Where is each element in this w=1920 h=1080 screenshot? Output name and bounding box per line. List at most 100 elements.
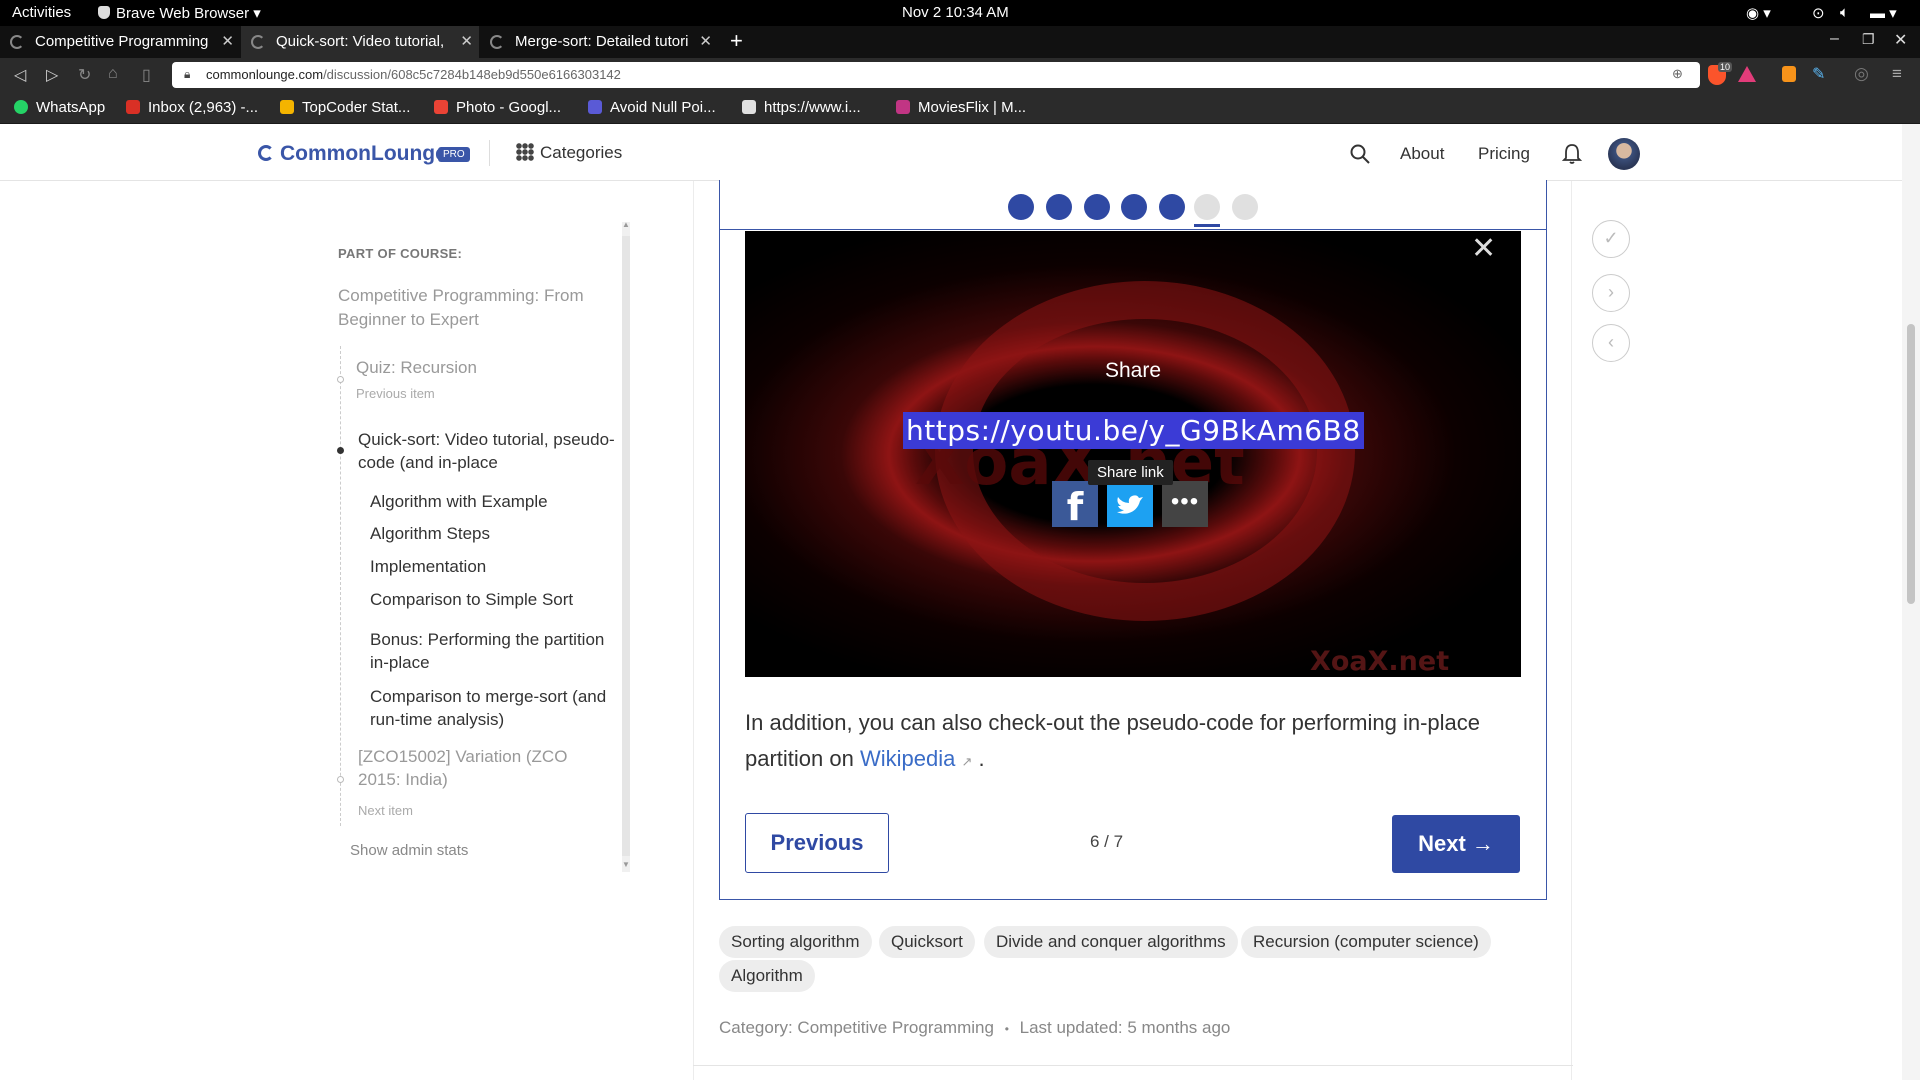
previous-item-title: Quiz: Recursion xyxy=(356,358,477,377)
accessibility-icon[interactable]: ◉ ▾ xyxy=(1746,4,1771,22)
section-link[interactable]: Algorithm Steps xyxy=(370,522,620,545)
clock[interactable]: Nov 2 10:34 AM xyxy=(902,4,1009,21)
part-of-course-label: PART OF COURSE: xyxy=(338,246,463,261)
progress-dot-6[interactable] xyxy=(1194,194,1220,220)
address-bar[interactable]: 🔒︎ commonlounge.com/discussion/608c5c728… xyxy=(172,62,1700,88)
site-logo[interactable]: CommonLounge xyxy=(258,142,447,166)
brave-shields-icon[interactable]: 10 xyxy=(1708,62,1733,85)
next-button[interactable]: Next → xyxy=(1392,815,1520,873)
volume-icon[interactable]: 🔈︎ xyxy=(1840,4,1849,21)
app-menu[interactable]: Brave Web Browser ▾ xyxy=(98,4,261,22)
new-tab-button[interactable]: + xyxy=(730,28,743,54)
chevron-left-circle-icon[interactable]: ‹ xyxy=(1592,324,1630,362)
bookmark-avoid-null[interactable]: Avoid Null Poi... xyxy=(588,99,716,116)
menu-icon[interactable]: ≡ xyxy=(1892,64,1902,84)
facebook-share-button[interactable]: f xyxy=(1052,481,1098,529)
bookmark-topcoder[interactable]: TopCoder Stat... xyxy=(280,99,410,116)
search-icon[interactable] xyxy=(1350,144,1370,164)
facebook-icon: f xyxy=(1066,485,1084,529)
wikipedia-link[interactable]: Wikipedia xyxy=(860,746,955,771)
bookmark-whatsapp[interactable]: WhatsApp xyxy=(14,99,105,116)
tag-recursion[interactable]: Recursion (computer science) xyxy=(1241,926,1491,958)
progress-dot-7[interactable] xyxy=(1232,194,1258,220)
navigation-bar: ◁ ▷ ↻ ⌂ ▯ 🔒︎ commonlounge.com/discussion… xyxy=(0,58,1920,92)
bookmark-icon[interactable]: ▯ xyxy=(142,65,151,85)
bookmark-label: WhatsApp xyxy=(36,99,106,116)
section-link[interactable]: Comparison to Simple Sort xyxy=(370,588,620,611)
tag-algorithm[interactable]: Algorithm xyxy=(719,960,815,992)
avatar[interactable] xyxy=(1608,138,1640,170)
site-icon xyxy=(742,100,756,114)
twitter-share-button[interactable] xyxy=(1107,481,1153,527)
previous-item-link[interactable]: Quiz: Recursion Previous item xyxy=(356,358,477,401)
tab-competitive-programming[interactable]: Competitive Programming ✕ xyxy=(0,26,240,58)
current-item-title[interactable]: Quick-sort: Video tutorial, pseudo-code … xyxy=(358,428,618,474)
site-icon xyxy=(588,100,602,114)
scroll-up-icon[interactable]: ▲ xyxy=(622,220,630,229)
section-link[interactable]: Bonus: Performing the partition in-place xyxy=(370,628,620,674)
system-top-bar: Activities Brave Web Browser ▾ Nov 2 10:… xyxy=(0,0,1920,26)
bookmark-photo[interactable]: Photo - Googl... xyxy=(434,99,561,116)
tab-merge-sort[interactable]: Merge-sort: Detailed tutori ✕ xyxy=(480,26,718,58)
pricing-link[interactable]: Pricing xyxy=(1478,144,1530,164)
sidebar-scrollbar[interactable]: ▲ ▼ xyxy=(622,220,630,872)
back-icon[interactable]: ◁ xyxy=(14,65,26,85)
more-share-options-button[interactable]: ••• xyxy=(1162,481,1208,527)
categories-label: Categories xyxy=(540,143,623,162)
section-link[interactable]: Algorithm with Example xyxy=(370,490,620,513)
pen-extension-icon[interactable]: ✎ xyxy=(1812,64,1825,84)
network-icon[interactable]: ⊙ xyxy=(1812,4,1825,22)
home-icon[interactable]: ⌂ xyxy=(108,65,118,83)
progress-dot-1[interactable] xyxy=(1008,194,1034,220)
progress-dot-4[interactable] xyxy=(1121,194,1147,220)
page-scrollbar[interactable] xyxy=(1902,124,1920,1080)
next-item-link[interactable]: [ZCO15002] Variation (ZCO 2015: India) N… xyxy=(358,745,588,822)
section-link[interactable]: Implementation xyxy=(370,555,620,578)
tab-label: Quick-sort: Video tutorial, xyxy=(276,33,445,50)
tab-quick-sort[interactable]: Quick-sort: Video tutorial, ✕ xyxy=(241,26,479,58)
show-admin-stats-link[interactable]: Show admin stats xyxy=(350,842,468,859)
brave-rewards-icon[interactable] xyxy=(1738,66,1756,82)
course-title-link[interactable]: Competitive Programming: From Beginner t… xyxy=(338,284,608,332)
check-circle-icon[interactable]: ✓ xyxy=(1592,220,1630,258)
previous-button[interactable]: Previous xyxy=(745,813,889,873)
minimize-icon[interactable]: – xyxy=(1830,30,1839,48)
bookmark-inbox[interactable]: Inbox (2,963) -... xyxy=(126,99,258,116)
progress-dot-3[interactable] xyxy=(1084,194,1110,220)
scroll-down-icon[interactable]: ▼ xyxy=(622,860,630,869)
forward-icon[interactable]: ▷ xyxy=(46,65,58,85)
progress-dot-2[interactable] xyxy=(1046,194,1072,220)
chevron-right-circle-icon[interactable]: › xyxy=(1592,274,1630,312)
close-tab-icon[interactable]: ✕ xyxy=(460,32,473,50)
progress-dot-5[interactable] xyxy=(1159,194,1185,220)
video-player[interactable]: XoaX.net XoaX.net ✕ Share https://youtu.… xyxy=(745,231,1521,677)
lock-icon[interactable]: 🔒︎ xyxy=(184,67,190,82)
restore-icon[interactable]: ❐ xyxy=(1862,31,1875,48)
close-tab-icon[interactable]: ✕ xyxy=(699,32,712,50)
bookmark-moviesflix[interactable]: MoviesFlix | M... xyxy=(896,99,1026,116)
bell-icon[interactable] xyxy=(1562,143,1582,165)
scrollbar-thumb[interactable] xyxy=(1907,324,1915,604)
close-icon[interactable]: ✕ xyxy=(1471,231,1496,266)
separator-dot: • xyxy=(1004,1022,1009,1036)
chevron-down-icon: ▾ xyxy=(253,5,261,22)
close-tab-icon[interactable]: ✕ xyxy=(221,32,234,50)
bookmark-www[interactable]: https://www.i... xyxy=(742,99,861,116)
profile-icon[interactable]: ◎ xyxy=(1854,64,1869,84)
tag-divide-and-conquer[interactable]: Divide and conquer algorithms xyxy=(984,926,1238,958)
tag-sorting-algorithm[interactable]: Sorting algorithm xyxy=(719,926,872,958)
site-header: CommonLounge PRO Categories About Pricin… xyxy=(0,124,1902,181)
categories-menu[interactable]: Categories xyxy=(516,143,622,163)
battery-icon[interactable]: ▬ ▾ xyxy=(1870,4,1897,22)
extension-icon[interactable] xyxy=(1782,66,1796,82)
reload-icon[interactable]: ↻ xyxy=(78,65,91,85)
scrollbar-thumb[interactable] xyxy=(622,236,630,856)
zoom-icon[interactable]: ⊕ xyxy=(1672,66,1683,82)
about-link[interactable]: About xyxy=(1400,144,1444,164)
close-window-icon[interactable]: ✕ xyxy=(1894,30,1907,50)
tag-quicksort[interactable]: Quicksort xyxy=(879,926,975,958)
share-link-text[interactable]: https://youtu.be/y_G9BkAm6B8 xyxy=(903,412,1364,449)
activities-button[interactable]: Activities xyxy=(12,4,71,21)
section-link[interactable]: Comparison to merge-sort (and run-time a… xyxy=(370,685,620,731)
category-link[interactable]: Category: Competitive Programming xyxy=(719,1018,994,1037)
